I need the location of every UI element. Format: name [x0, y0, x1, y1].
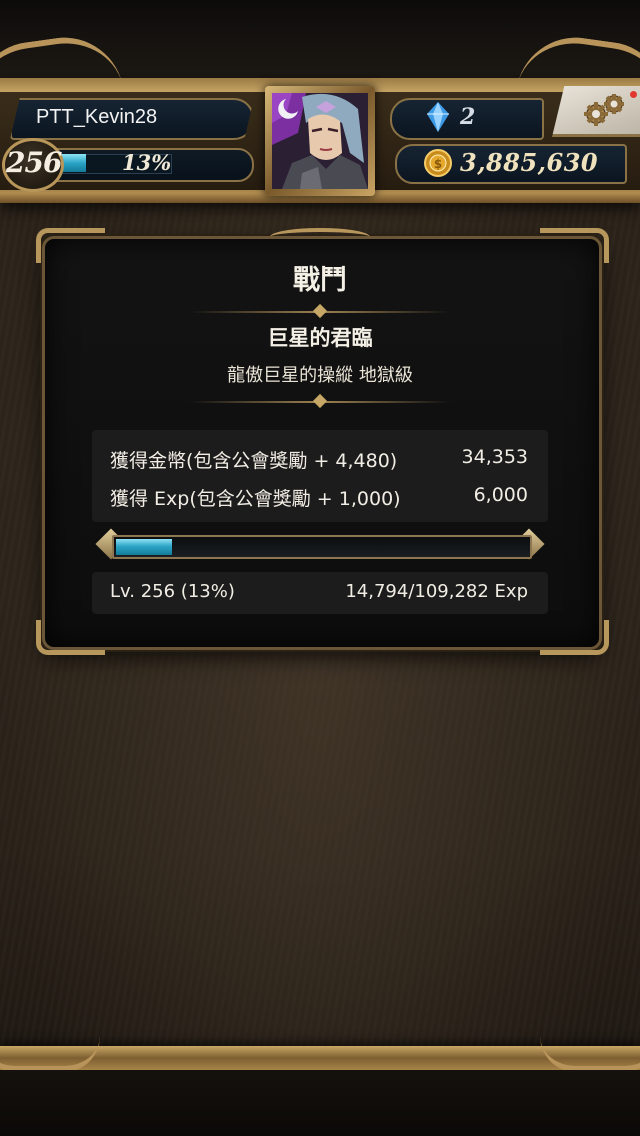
stage-subtitle: 龍傲巨星的操縱 地獄級: [227, 365, 413, 386]
player-exp-percent: 13%: [122, 150, 172, 175]
stage-name: 巨星的君臨: [267, 326, 373, 350]
player-name: PTT_Kevin28: [36, 106, 158, 128]
exp-text: 14,794/109,282 Exp: [345, 581, 528, 602]
avatar-portrait: [272, 93, 368, 189]
gears-icon: [582, 92, 628, 132]
panel-ornament-bottom-left: [36, 620, 105, 655]
panel-ornament-top-center: [270, 228, 370, 246]
exp-progress-track: [112, 535, 532, 559]
avatar[interactable]: [272, 93, 368, 189]
coin-icon: $: [424, 149, 452, 181]
bottom-bar: [0, 1070, 640, 1136]
panel-ornament-bottom-right: [540, 620, 609, 655]
reward-coin-label: 獲得金幣(包含公會獎勵 + 4,480): [110, 450, 398, 472]
settings-button[interactable]: [552, 86, 640, 137]
panel-title: 戰鬥: [293, 265, 347, 296]
reward-exp-label: 獲得 Exp(包含公會獎勵 + 1,000): [110, 488, 401, 510]
player-level: 256: [6, 146, 62, 179]
reward-exp-value: 6,000: [473, 484, 528, 506]
notification-dot: [630, 91, 637, 98]
exp-progress-fill: [116, 539, 172, 555]
svg-text:$: $: [434, 157, 442, 171]
gem-count: 2: [460, 104, 476, 130]
coin-count: 3,885,630: [460, 148, 599, 177]
level-text: Lv. 256 (13%): [110, 581, 235, 602]
reward-coin-value: 34,353: [461, 446, 528, 468]
gem-icon: [427, 102, 449, 136]
